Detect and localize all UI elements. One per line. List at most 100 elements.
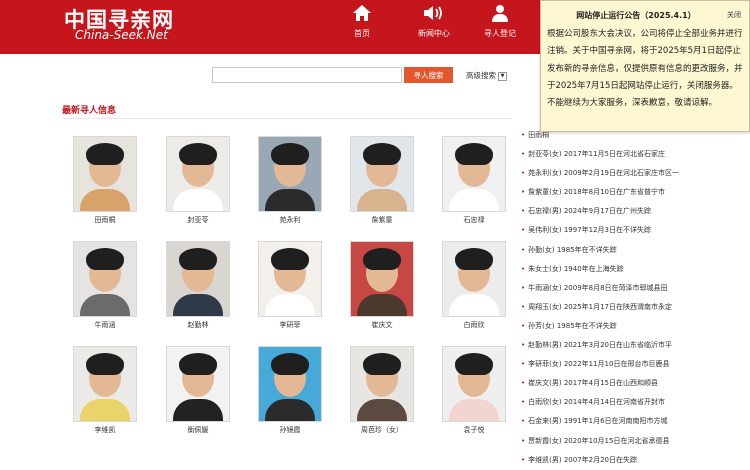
person-photo[interactable] [166, 346, 230, 422]
person-photo[interactable] [442, 136, 506, 212]
news-item-text: 孙勤(女) 1985年在不详失踪 [528, 245, 617, 254]
news-item[interactable]: • 孙芳(女) 1985年在不详失踪 [521, 317, 750, 336]
popup-body: 根据公司股东大会决议，公司将停止全部业务并进行注销。关于中国寻亲网，将于2025… [547, 29, 743, 109]
person-card[interactable]: 李维凯 [73, 346, 137, 435]
bullet-icon: • [521, 169, 526, 178]
news-item-text: 崔庆文(男) 2017年4月15日在山西和顺县 [528, 379, 659, 388]
person-photo[interactable] [442, 241, 506, 317]
person-name[interactable]: 白雨欣 [442, 320, 506, 330]
site-logo-english: China-Seek.Net [75, 28, 168, 42]
bullet-icon: • [521, 360, 526, 369]
person-card[interactable]: 詹紫童 [350, 136, 414, 225]
person-photo[interactable] [258, 241, 322, 317]
person-card[interactable]: 衡佩媛 [166, 346, 230, 435]
news-item[interactable]: • 苑永利(女) 2009年2月19日在河北石家庄市区一 [521, 164, 750, 183]
person-card[interactable]: 袁子悦 [442, 346, 506, 435]
person-name[interactable]: 赵勤林 [166, 320, 230, 330]
person-photo[interactable] [73, 136, 137, 212]
news-item[interactable]: • 白雨欣(女) 2014年4月14日在河南省开封市 [521, 393, 750, 412]
news-item-text: 李维凯(男) 2007年2月20日在失踪 [528, 455, 638, 464]
bullet-icon: • [521, 264, 526, 273]
person-card[interactable]: 封亚苓 [166, 136, 230, 225]
news-item-text: 苑永利(女) 2009年2月19日在河北石家庄市区一 [528, 169, 680, 178]
bullet-icon: • [521, 341, 526, 350]
news-list: • 田雨桐 • 封亚苓(女) 2017年11月5日在河北省石家庄 • 苑永利(女) 200… [521, 126, 750, 470]
bullet-icon: • [521, 245, 526, 254]
person-icon [492, 5, 508, 22]
person-card[interactable]: 田雨桐 [73, 136, 137, 225]
section-title: 最新寻人信息 [62, 106, 117, 116]
news-item[interactable]: • 吴伟利(女) 1997年12月3日在不详失踪 [521, 221, 750, 240]
person-card[interactable]: 孙镜霞 [258, 346, 322, 435]
person-photo[interactable] [442, 346, 506, 422]
nav-news-center[interactable]: 新闻中心 [409, 4, 459, 39]
person-photo[interactable] [350, 136, 414, 212]
person-photo[interactable] [350, 346, 414, 422]
person-photo[interactable] [166, 136, 230, 212]
popup-close-button[interactable]: 关闭 [727, 10, 741, 20]
bullet-icon: • [521, 283, 526, 292]
person-card[interactable]: 苑永利 [258, 136, 322, 225]
news-item-text: 吴伟利(女) 1997年12月3日在不详失踪 [528, 226, 652, 235]
person-name[interactable]: 周芭珍（女） [350, 425, 414, 435]
person-name[interactable]: 袁子悦 [442, 425, 506, 435]
person-name[interactable]: 衡佩媛 [166, 425, 230, 435]
nav-home[interactable]: 首页 [337, 4, 387, 39]
bullet-icon: • [521, 379, 526, 388]
person-card[interactable]: 白雨欣 [442, 241, 506, 330]
news-item[interactable]: • 石金来(男) 1991年1月6日在河南南阳市方城 [521, 412, 750, 431]
person-photo[interactable] [166, 241, 230, 317]
person-name[interactable]: 苑永利 [258, 215, 322, 225]
news-item[interactable]: • 李研菲(女) 2022年11月10日在邢台市巨鹿县 [521, 355, 750, 374]
person-name[interactable]: 李维凯 [73, 425, 137, 435]
news-item-text: 詹紫童(女) 2018年8月10日在广东省普宁市 [528, 188, 666, 197]
news-item-text: 周翔玉(女) 2025年1月17日在陕西渭南市永定 [528, 302, 673, 311]
bullet-icon: • [521, 455, 526, 464]
news-item[interactable]: • 牛雨涵(女) 2009年8月8日在菏泽市郓城县田 [521, 279, 750, 298]
person-card[interactable]: 李研菲 [258, 241, 322, 330]
news-item-text: 石金来(男) 1991年1月6日在河南南阳市方城 [528, 417, 668, 426]
person-photo[interactable] [73, 346, 137, 422]
news-item[interactable]: • 石忠禄(男) 2024年9月17日在广州失踪 [521, 202, 750, 221]
search-button[interactable]: 寻人搜索 [404, 67, 453, 83]
news-item[interactable]: • 贾新霞(女) 2020年10月15日在河北省承德县 [521, 432, 750, 451]
advanced-search-link[interactable]: 高级搜索 ▼ [466, 70, 507, 81]
person-photo[interactable] [73, 241, 137, 317]
bullet-icon: • [521, 417, 526, 426]
person-photo[interactable] [350, 241, 414, 317]
popup-title: 网站停止运行公告（2025.4.1） [576, 11, 696, 20]
person-photo[interactable] [258, 136, 322, 212]
person-name[interactable]: 田雨桐 [73, 215, 137, 225]
person-card[interactable]: 牛雨涵 [73, 241, 137, 330]
news-item[interactable]: • 封亚苓(女) 2017年11月5日在河北省石家庄 [521, 145, 750, 164]
news-item[interactable]: • 赵勤林(男) 2021年3月20日在山东省临沂市平 [521, 336, 750, 355]
person-card[interactable]: 石忠禄 [442, 136, 506, 225]
person-card[interactable]: 周芭珍（女） [350, 346, 414, 435]
nav-news-label: 新闻中心 [418, 29, 450, 38]
person-name[interactable]: 孙镜霞 [258, 425, 322, 435]
news-item-text: 田雨桐 [528, 131, 550, 139]
news-item-text: 赵勤林(男) 2021年3月20日在山东省临沂市平 [528, 341, 673, 350]
person-name[interactable]: 石忠禄 [442, 215, 506, 225]
person-photo[interactable] [258, 346, 322, 422]
person-name[interactable]: 李研菲 [258, 320, 322, 330]
person-name[interactable]: 崔庆文 [350, 320, 414, 330]
news-item[interactable]: • 周翔玉(女) 2025年1月17日在陕西渭南市永定 [521, 298, 750, 317]
search-input[interactable] [212, 67, 402, 83]
person-card[interactable]: 崔庆文 [350, 241, 414, 330]
person-card[interactable]: 赵勤林 [166, 241, 230, 330]
news-item[interactable]: • 崔庆文(男) 2017年4月15日在山西和顺县 [521, 374, 750, 393]
person-name[interactable]: 詹紫童 [350, 215, 414, 225]
news-item[interactable]: • 李维凯(男) 2007年2月20日在失踪 [521, 451, 750, 470]
news-item[interactable]: • 朱女士(女) 1940年在上海失踪 [521, 260, 750, 279]
nav-register-person[interactable]: 寻人登记 [475, 4, 525, 39]
news-item-text: 朱女士(女) 1940年在上海失踪 [528, 264, 624, 273]
news-item[interactable]: • 孙勤(女) 1985年在不详失踪 [521, 241, 750, 260]
person-name[interactable]: 封亚苓 [166, 215, 230, 225]
nav-register-label: 寻人登记 [484, 29, 516, 38]
bullet-icon: • [521, 207, 526, 216]
section-divider [62, 118, 512, 119]
person-name[interactable]: 牛雨涵 [73, 320, 137, 330]
news-item[interactable]: • 詹紫童(女) 2018年8月10日在广东省普宁市 [521, 183, 750, 202]
chevron-down-icon: ▼ [498, 71, 507, 81]
